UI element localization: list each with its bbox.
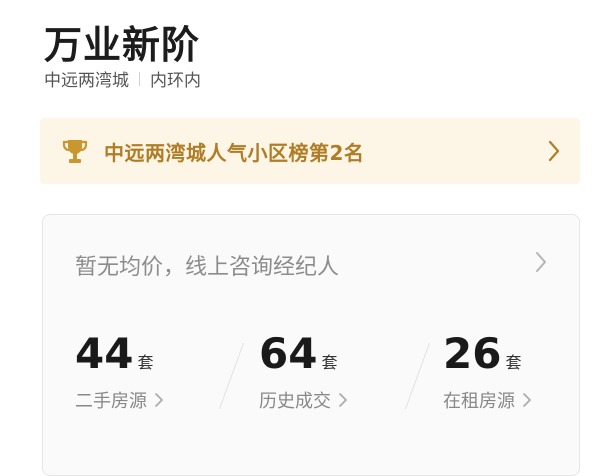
stat-value: 26 bbox=[443, 329, 502, 378]
stat-history[interactable]: 64 套 历史成交 bbox=[259, 333, 347, 413]
chevron-right-icon[interactable] bbox=[535, 251, 547, 273]
stat-divider bbox=[405, 342, 430, 410]
stat-label: 在租房源 bbox=[443, 391, 515, 412]
community-page: 万业新阶 中远两湾城 内环内 中远两湾城人气小区榜第2名 暂无均价，线上咨询经纪… bbox=[0, 0, 600, 476]
stat-rental[interactable]: 26 套 在租房源 bbox=[443, 333, 531, 413]
stat-unit: 套 bbox=[137, 353, 154, 372]
stat-divider bbox=[219, 342, 244, 410]
stat-unit: 套 bbox=[321, 353, 338, 372]
trophy-icon bbox=[62, 140, 88, 163]
stat-value: 64 bbox=[259, 329, 318, 378]
district-label: 中远两湾城 bbox=[44, 71, 129, 91]
stat-label: 历史成交 bbox=[259, 391, 331, 412]
page-title: 万业新阶 bbox=[44, 23, 201, 67]
chevron-right-icon bbox=[523, 393, 531, 407]
chevron-right-icon bbox=[339, 393, 347, 407]
stat-unit: 套 bbox=[505, 353, 522, 372]
divider bbox=[139, 71, 140, 86]
stat-value: 44 bbox=[75, 329, 134, 378]
chevron-right-icon bbox=[155, 393, 163, 407]
rank-banner[interactable]: 中远两湾城人气小区榜第2名 bbox=[40, 118, 580, 184]
ring-label: 内环内 bbox=[150, 71, 201, 91]
rank-text: 中远两湾城人气小区榜第2名 bbox=[104, 140, 365, 165]
price-card: 暂无均价，线上咨询经纪人 44 套 二手房源 64 套 历史成交 26 套 在租… bbox=[42, 214, 580, 476]
stat-label: 二手房源 bbox=[75, 391, 147, 412]
stat-secondhand[interactable]: 44 套 二手房源 bbox=[75, 333, 163, 413]
location-line: 中远两湾城 内环内 bbox=[44, 66, 201, 91]
avg-price-text[interactable]: 暂无均价，线上咨询经纪人 bbox=[75, 249, 339, 281]
chevron-right-icon bbox=[548, 140, 560, 162]
